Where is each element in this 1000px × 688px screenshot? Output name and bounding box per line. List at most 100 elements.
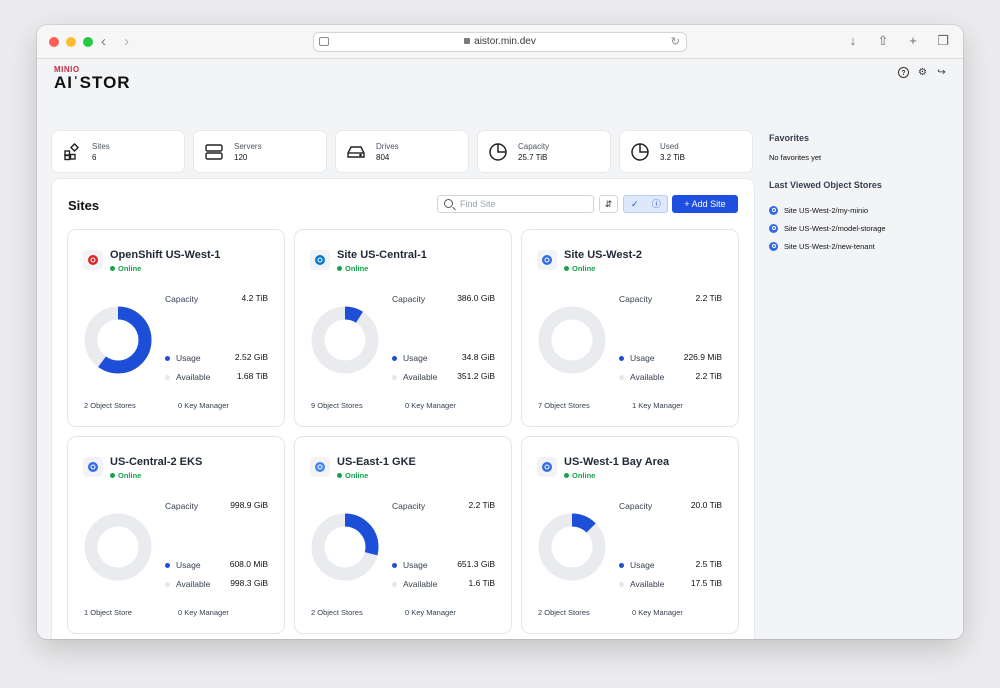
add-site-label: Add Site [691,199,726,209]
site-name[interactable]: OpenShift US-West-1 [110,249,220,261]
kubernetes-icon [769,223,778,233]
stat-label: Sites [92,141,110,151]
object-store-count: 2 Object Stores [538,608,590,617]
site-name[interactable]: US-East-1 GKE [337,456,416,468]
capacity-value: 4.2 TiB [241,293,268,303]
usage-value: 2.5 TiB [695,559,722,569]
site-card[interactable]: Site US-West-2 Online Capacity 2.2 TiB Usage… [522,230,738,426]
chevron-right-icon: › [124,33,129,50]
sort-button[interactable]: ⇵ [599,195,618,213]
key-manager-count: 0 Key Manager [178,401,229,410]
stat-value: 6 [92,152,97,162]
capacity-value: 20.0 TiB [690,500,722,510]
chevron-left-icon: ‹ [101,33,106,50]
last-viewed-list: Site US-West-2/my-minio Site US-West-2/m… [769,201,886,255]
site-card[interactable]: OpenShift US-West-1 Online Capacity 4.2 TiB… [68,230,284,426]
find-site-input[interactable]: Find Site [437,195,594,213]
site-status-badge: Online [110,471,141,480]
site-card[interactable]: US-Central-2 EKS Online Capacity 998.9 GiB U… [68,437,284,633]
help-icon[interactable]: ? [898,67,909,78]
site-name[interactable]: US-West-1 Bay Area [564,456,669,468]
stat-label: Capacity [518,141,550,151]
available-label: Available [630,579,665,589]
object-store-count: 2 Object Stores [311,608,363,617]
stat-used: Used 3.2 TiB [620,131,752,172]
available-value: 351.2 GiB [457,371,495,381]
stat-value: 804 [376,152,390,162]
kubernetes-icon [769,241,778,251]
address-bar[interactable]: aistor.min.dev ↻ [313,32,687,52]
key-manager-count: 0 Key Manager [632,608,683,617]
url-text: aistor.min.dev [474,36,536,47]
back-button[interactable]: ‹ [101,34,106,50]
filter-warning-toggle[interactable]: ⓘ [646,196,668,212]
capacity-label: Capacity [392,294,426,304]
share-icon[interactable]: ⇧ [875,33,891,49]
usage-donut [310,512,380,582]
available-value: 17.5 TiB [690,578,722,588]
key-manager-count: 0 Key Manager [405,608,456,617]
site-name[interactable]: US-Central-2 EKS [110,456,202,468]
object-store-count: 9 Object Stores [311,401,363,410]
favorites-empty-text: No favorites yet [769,153,822,162]
new-tab-icon[interactable]: + [905,33,921,49]
stat-sites: Sites 6 [52,131,184,172]
check-icon: ✓ [630,199,639,209]
kubernetes-icon [537,250,557,270]
kubernetes-icon [537,457,557,477]
available-legend: Available [619,579,664,589]
reload-icon[interactable]: ↻ [671,33,680,51]
kubernetes-icon [769,205,778,215]
app-content: MINIO AIˈSTOR ? ⚙ ↪ Sites6 Servers120 [37,59,963,639]
reader-icon[interactable] [319,37,329,46]
forward-button[interactable]: › [124,34,129,50]
settings-icon[interactable]: ⚙ [917,67,928,78]
donut-track [538,306,606,374]
usage-value: 2.52 GiB [234,352,268,362]
filter-online-toggle[interactable]: ✓ [624,196,646,212]
sites-title: Sites [68,198,100,213]
pie-icon [488,142,508,162]
minimize-window-button[interactable] [66,37,76,47]
last-viewed-item[interactable]: Site US-West-2/new-tenant [769,237,886,255]
close-window-button[interactable] [49,37,59,47]
last-viewed-item[interactable]: Site US-West-2/model-storage [769,219,886,237]
stat-value: 120 [234,152,248,162]
logout-icon[interactable]: ↪ [936,67,947,78]
kubernetes-icon [83,457,103,477]
search-icon [444,199,453,208]
site-status-badge: Online [337,471,368,480]
drive-icon [346,142,366,162]
site-status-badge: Online [337,264,368,273]
donut-track [311,306,379,374]
zoom-window-button[interactable] [83,37,93,47]
site-status-badge: Online [564,264,595,273]
stat-capacity: Capacity 25.7 TiB [478,131,610,172]
site-card[interactable]: Site US-Central-1 Online Capacity 386.0 GiB… [295,230,511,426]
site-card[interactable]: US-West-1 Bay Area Online Capacity 20.0 TiB… [522,437,738,633]
stat-label: Used [660,141,679,151]
aistor-logo[interactable]: MINIO AIˈSTOR [54,65,131,93]
stat-label: Drives [376,141,399,151]
add-site-button[interactable]: + Add Site [672,195,738,213]
last-viewed-item[interactable]: Site US-West-2/my-minio [769,201,886,219]
site-card[interactable]: US-East-1 GKE Online Capacity 2.2 TiB Usage 6… [295,437,511,633]
capacity-value: 386.0 GiB [457,293,495,303]
usage-donut [83,512,153,582]
capacity-label: Capacity [165,294,199,304]
last-viewed-label: Site US-West-2/model-storage [784,223,886,233]
usage-legend: Usage [392,560,428,570]
download-icon[interactable]: ↓ [845,33,861,49]
site-name[interactable]: Site US-West-2 [564,249,642,261]
site-status-badge: Online [564,471,595,480]
object-store-count: 2 Object Stores [84,401,136,410]
capacity-label: Capacity [165,501,199,511]
window-controls [49,37,93,47]
stat-value: 25.7 TiB [518,152,548,162]
alert-circle-icon: ⓘ [651,199,661,209]
logo-aistor-text: AIˈSTOR [54,73,131,92]
capacity-label: Capacity [619,294,653,304]
site-name[interactable]: Site US-Central-1 [337,249,427,261]
tabs-overview-icon[interactable]: ❐ [935,33,951,49]
key-manager-count: 0 Key Manager [178,608,229,617]
